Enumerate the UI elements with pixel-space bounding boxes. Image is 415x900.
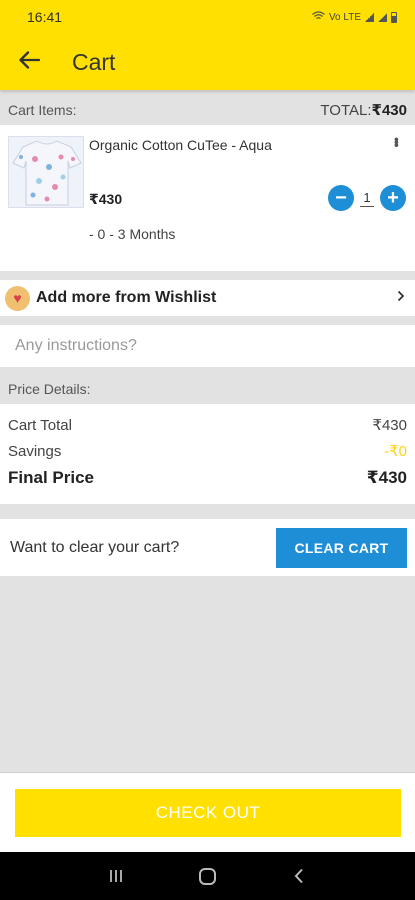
wishlist-label: Add more from Wishlist	[36, 289, 217, 306]
system-back-icon[interactable]	[284, 861, 314, 891]
cart-total-value: ₹430	[371, 102, 407, 119]
recents-icon[interactable]	[101, 861, 131, 891]
page-title: Cart	[72, 48, 116, 75]
cart-items-label: Cart Items:	[8, 102, 77, 118]
cart-total-row: Cart Total ₹430	[8, 412, 407, 438]
product-name[interactable]: Organic Cotton CuTee - Aqua	[89, 137, 272, 153]
checkout-area: CHECK OUT	[0, 772, 415, 852]
add-from-wishlist-row[interactable]: ♥ Add more from Wishlist	[0, 280, 415, 316]
back-button[interactable]	[0, 34, 58, 90]
network-type: Vo LTE	[328, 11, 361, 23]
cart-item: Organic Cotton CuTee - Aqua ••• ₹430 − 1…	[0, 125, 415, 271]
heart-icon: ♥	[5, 285, 30, 311]
product-price: ₹430	[89, 191, 123, 207]
clear-cart-row: Want to clear your cart? CLEAR CART	[0, 519, 415, 576]
price-details-label: Price Details:	[8, 381, 91, 397]
final-price-row: Final Price ₹430	[8, 464, 407, 492]
cart-items-header: Cart Items: TOTAL:₹430	[0, 96, 415, 124]
app-bar: Cart	[0, 34, 415, 90]
increase-quantity-button[interactable]: +	[380, 185, 406, 211]
cart-total-amount: ₹430	[372, 417, 407, 434]
product-image[interactable]	[8, 136, 84, 208]
battery-icon	[391, 11, 397, 23]
checkout-button[interactable]: CHECK OUT	[15, 789, 401, 837]
home-icon[interactable]	[192, 861, 222, 891]
cart-total-prefix: TOTAL:	[320, 102, 372, 119]
system-nav-bar	[0, 852, 415, 900]
more-options-icon[interactable]: •••	[389, 137, 405, 146]
status-icons: Vo LTE	[312, 10, 397, 24]
instructions-field	[0, 325, 415, 367]
instructions-input[interactable]	[0, 325, 415, 367]
quantity-stepper: − 1 +	[328, 185, 406, 211]
wifi-icon	[312, 10, 325, 24]
price-details-header: Price Details:	[0, 376, 415, 402]
status-time: 16:41	[27, 9, 63, 25]
quantity-value[interactable]: 1	[360, 190, 374, 207]
cart-total-label: Cart Total	[8, 416, 72, 434]
decrease-quantity-button[interactable]: −	[328, 185, 354, 211]
clear-cart-prompt: Want to clear your cart?	[10, 538, 180, 556]
savings-row: Savings -₹0	[8, 438, 407, 464]
chevron-right-icon	[397, 289, 405, 307]
final-price-label: Final Price	[8, 468, 94, 487]
cart-total: TOTAL:₹430	[320, 101, 407, 119]
price-details-card: Cart Total ₹430 Savings -₹0 Final Price …	[0, 404, 415, 504]
signal-icon	[365, 12, 374, 22]
final-price-amount: ₹430	[366, 468, 407, 487]
savings-amount: -₹0	[384, 443, 407, 460]
signal-icon-2	[378, 12, 387, 22]
product-size: - 0 - 3 Months	[89, 226, 176, 242]
status-bar: 16:41 Vo LTE	[0, 0, 415, 34]
savings-label: Savings	[8, 442, 62, 460]
arrow-left-icon	[18, 50, 41, 74]
clear-cart-button[interactable]: CLEAR CART	[276, 527, 407, 568]
